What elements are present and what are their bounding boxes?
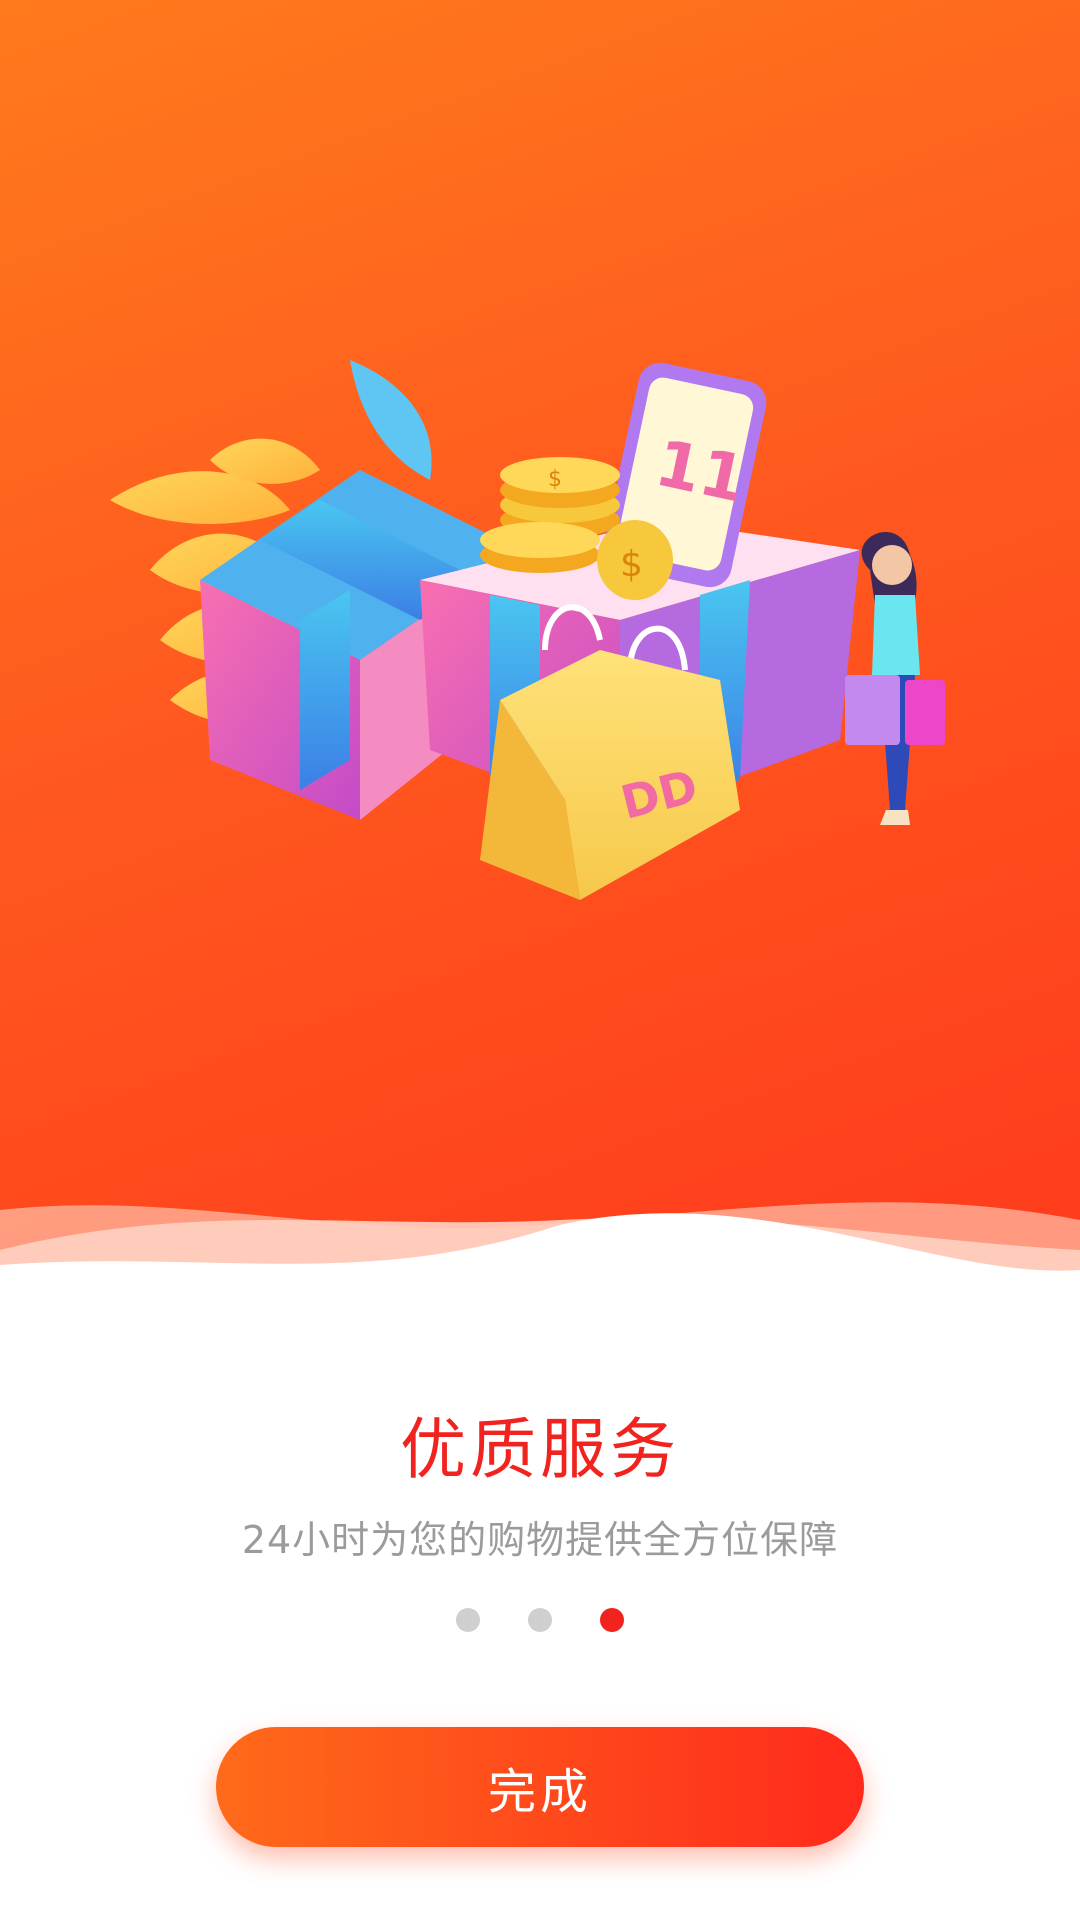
done-button[interactable]: 完成 bbox=[216, 1727, 864, 1847]
svg-text:$: $ bbox=[548, 467, 562, 492]
page-dot-3-active bbox=[600, 1608, 624, 1632]
shopper-figure bbox=[845, 532, 945, 825]
page-indicator bbox=[0, 1608, 1080, 1632]
page-subtitle: 24小时为您的购物提供全方位保障 bbox=[241, 1518, 839, 1562]
hero-background: 11 $ $ DD bbox=[0, 0, 1080, 1290]
blue-leaf-decoration bbox=[350, 360, 432, 480]
page-dot-2 bbox=[528, 1608, 552, 1632]
pink-bag bbox=[905, 680, 945, 745]
shopping-gift-illustration: 11 $ $ DD bbox=[110, 360, 945, 900]
svg-text:$: $ bbox=[620, 544, 643, 585]
page-dot-1 bbox=[456, 1608, 480, 1632]
page-title: 优质服务 bbox=[400, 1411, 680, 1488]
wave-divider bbox=[0, 1202, 1080, 1320]
onboarding-screen: 11 $ $ DD 优质服务 24小时为您的购物提供全方位保障 完成 bbox=[0, 0, 1080, 1920]
purple-bag bbox=[845, 675, 900, 745]
